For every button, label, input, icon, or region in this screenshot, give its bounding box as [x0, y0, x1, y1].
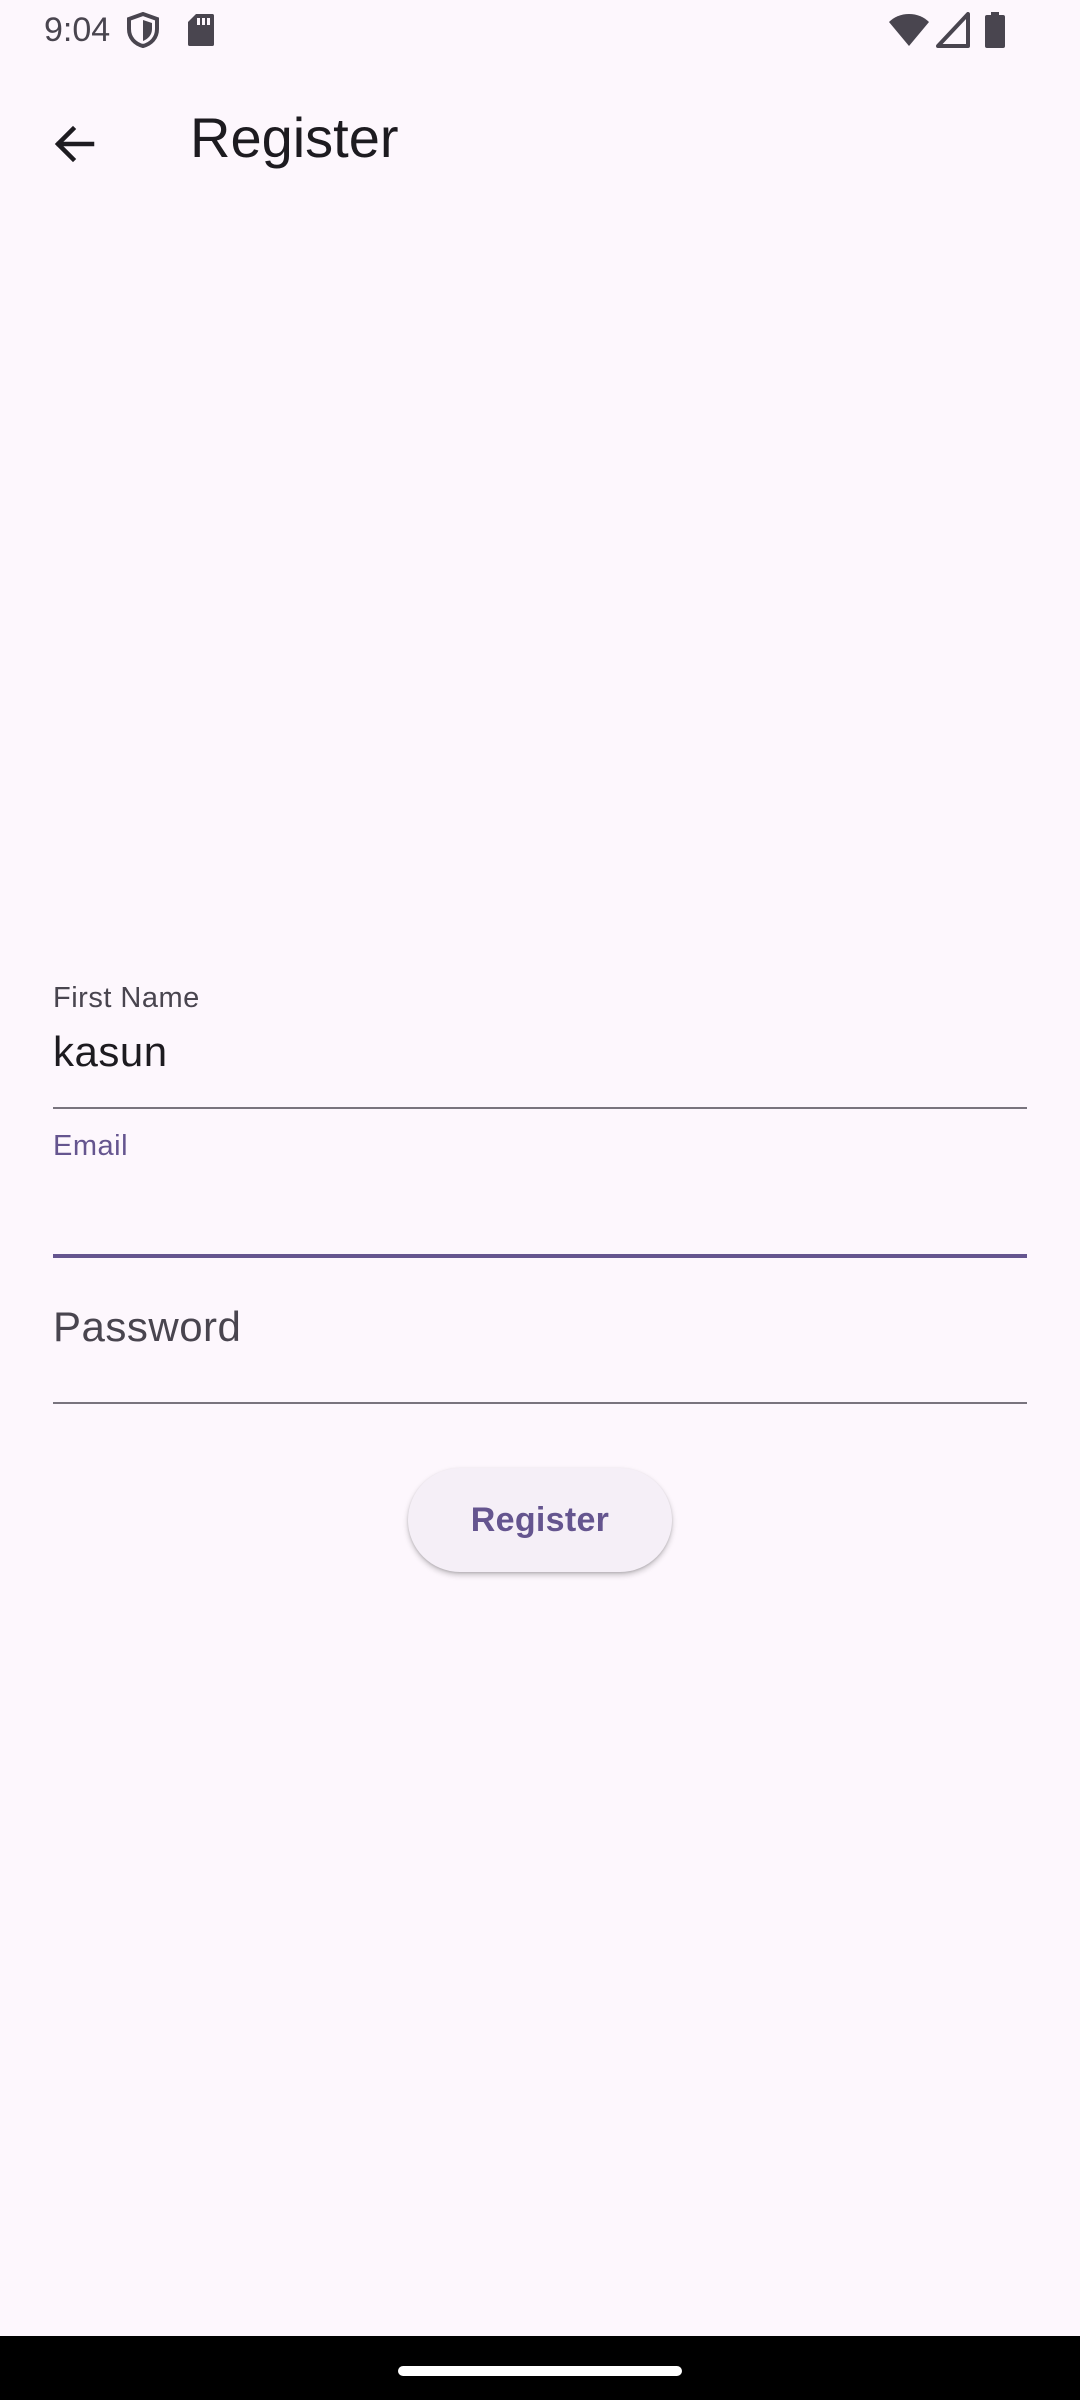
home-indicator[interactable]	[398, 2366, 682, 2376]
wifi-icon	[888, 12, 930, 48]
app-bar: Register	[0, 64, 1080, 208]
email-underline	[53, 1254, 1027, 1258]
password-field[interactable]: Password	[53, 1265, 1027, 1405]
email-label: Email	[53, 1130, 129, 1162]
status-time: 9:04	[44, 11, 111, 49]
register-button[interactable]: Register	[408, 1468, 672, 1572]
battery-icon	[984, 12, 1006, 48]
arrow-back-icon	[50, 120, 98, 173]
first-name-underline	[53, 1107, 1027, 1109]
first-name-value[interactable]: kasun	[53, 1026, 168, 1078]
page-title: Register	[190, 106, 399, 169]
email-field[interactable]: Email	[53, 1118, 1027, 1258]
first-name-label: First Name	[53, 982, 200, 1014]
back-button[interactable]	[32, 104, 116, 188]
password-input[interactable]	[53, 1301, 1027, 1353]
email-input[interactable]	[53, 1178, 1027, 1230]
shield-icon	[126, 12, 160, 48]
sd-card-icon	[186, 12, 216, 48]
first-name-field[interactable]: First Name kasun	[53, 970, 1027, 1110]
signal-icon	[936, 12, 970, 48]
password-underline	[53, 1402, 1027, 1404]
status-bar: 9:04	[0, 0, 1080, 64]
